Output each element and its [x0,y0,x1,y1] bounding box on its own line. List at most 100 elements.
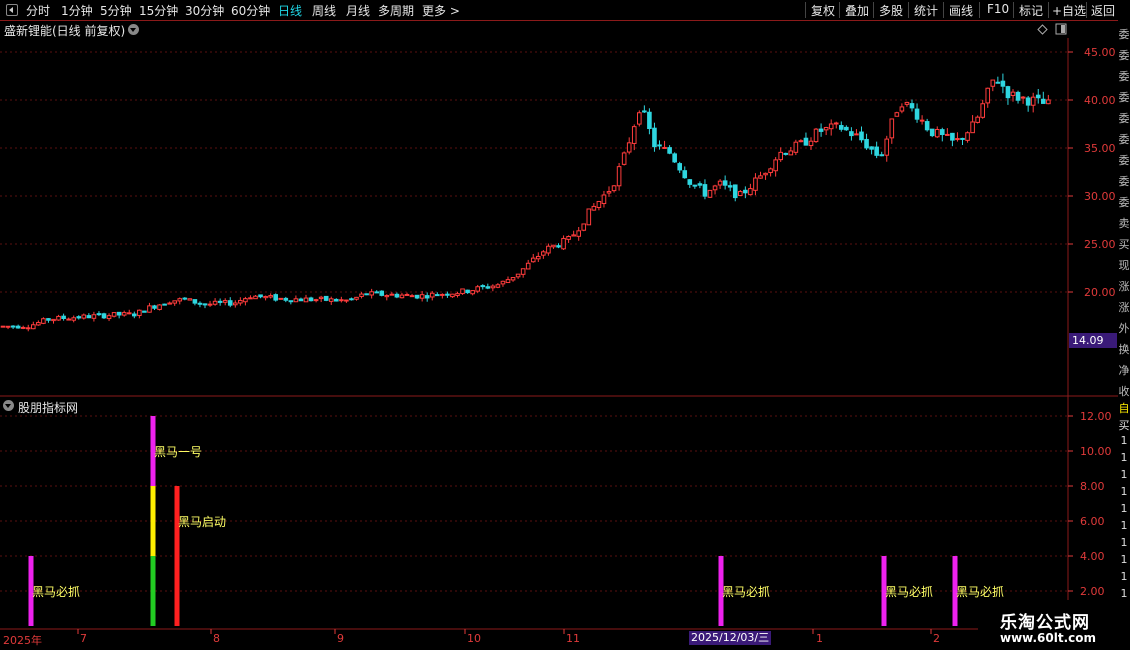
candle-body [899,106,905,112]
candle-body [389,293,395,296]
candle-body [334,298,339,302]
indicator-tick-label: 2.00 [1080,585,1105,598]
candle-body [945,133,950,136]
month-label: 11 [566,632,580,645]
candle-body [15,325,21,329]
candle-body [904,101,910,105]
candle-body [813,128,819,143]
candle-body [293,298,299,303]
candle-body [712,185,718,191]
candle-body [591,205,597,211]
candle-body [485,286,491,289]
candle-body [212,300,218,305]
candle-body [495,284,501,288]
candle-body [960,137,965,140]
right-quote-strip: 委委委委委委委委委卖买现涨涨外换净收自买1111111111111 [1118,20,1130,650]
candle-body [798,140,804,143]
month-label: 2 [933,632,940,645]
candle-body [803,137,809,146]
price-tick-label: 30.00 [1084,190,1116,203]
candle-body [96,313,102,316]
diamond-icon[interactable] [1037,24,1048,35]
watermark-title: 乐淘公式网 [1000,613,1090,633]
candle-body [536,255,541,260]
candle-body [500,280,506,285]
layout-toggle-icon[interactable] [1055,23,1067,35]
candle-body [586,208,592,226]
candle-body [41,318,46,324]
quote-strip-char: 委 [1118,91,1130,104]
candle-body [182,297,188,300]
indicator-tick-label: 12.00 [1080,410,1112,423]
chevron-down-icon[interactable] [128,24,139,35]
candle-body [505,279,511,284]
candle-body [929,128,935,137]
candle-body [965,132,970,141]
quote-strip-char: 买 [1118,238,1130,251]
candle-body [808,140,814,147]
candle-body [682,170,688,179]
candle-body [137,309,142,316]
candle-body [768,168,773,174]
candle-body [717,180,723,186]
candle-body [833,122,839,125]
candle-body [364,293,369,296]
quote-strip-char: 委 [1118,196,1130,209]
candle-body [697,183,703,186]
candle-body [1041,98,1046,104]
candle-body [556,245,561,248]
candle-body [61,315,66,319]
candle-body [227,300,233,306]
candle-body [435,294,440,297]
candle-body [465,289,470,294]
candle-body [606,191,612,194]
candle-body [404,293,410,296]
candle-body [788,150,794,156]
candle-body [1020,96,1026,99]
quote-strip-char: 1 [1120,451,1128,464]
candle-body [889,118,895,139]
candle-body [409,295,415,298]
candle-body [197,302,203,305]
candle-body [1025,97,1031,106]
candle-body [303,297,309,303]
candle-body [419,294,425,299]
candle-body [187,298,193,301]
chevron-down-icon[interactable] [3,400,14,411]
candle-body [71,317,77,321]
kline-chart[interactable]: 45.0040.0035.0030.0025.0020.0012.0010.00… [0,0,1130,650]
current-price-tag: 14.09 [1069,333,1117,348]
candle-body [455,293,460,296]
indicator-tick-label: 8.00 [1080,480,1105,493]
candle-body [36,322,41,326]
candle-body [616,166,622,187]
price-tick-label: 45.00 [1084,46,1116,59]
candle-body [672,153,677,163]
candle-body [374,291,379,294]
price-tick-label: 25.00 [1084,238,1116,251]
candle-body [354,296,359,300]
candle-body [167,302,172,305]
candle-body [414,294,420,299]
candle-body [990,79,996,87]
candle-body [318,296,324,300]
candle-body [727,185,733,188]
candle-body [263,295,268,299]
candle-body [460,288,465,295]
candle-body [313,299,319,302]
candle-body [581,223,587,231]
candle-body [940,129,945,136]
candle-body [1030,96,1036,106]
signal-label: 黑马启动 [178,515,227,529]
candle-body [369,291,374,296]
candle-body [470,290,475,295]
candle-body [429,292,435,298]
quote-strip-char: 换 [1118,343,1130,356]
candle-body [914,108,920,120]
candle-body [1035,94,1041,99]
candle-body [121,312,127,316]
candle-body [631,126,637,144]
candle-body [344,299,349,302]
candle-body [298,298,304,302]
candle-body [839,125,844,130]
